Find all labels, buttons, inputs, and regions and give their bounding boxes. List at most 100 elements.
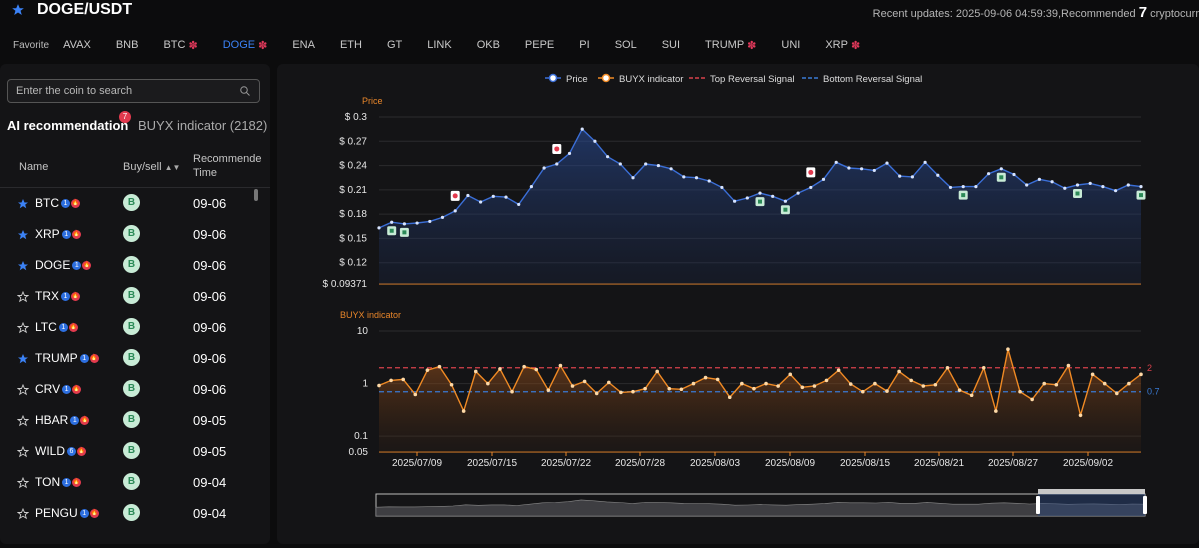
buyx-point — [873, 381, 877, 386]
favorite-coin-gt[interactable]: GT — [387, 39, 402, 52]
zoom-slider-window — [1038, 494, 1145, 516]
star-filled-icon[interactable] — [17, 260, 29, 272]
coin-symbol-text: TRX — [35, 289, 59, 303]
favorite-coin-sui[interactable]: SUI — [662, 39, 680, 52]
favorite-star-icon[interactable] — [11, 3, 25, 17]
table-row[interactable]: WILD 6 🔥 B 09-05 — [0, 437, 254, 468]
buyx-point — [1006, 347, 1010, 352]
zoom-slider-handle[interactable] — [1143, 496, 1147, 514]
rank-badge-icon: 1 — [79, 354, 89, 364]
favorite-coin-label: TRUMP — [705, 39, 745, 51]
coin-symbol-text: TON — [35, 475, 61, 489]
buyx-point — [715, 377, 720, 382]
favorite-coin-btc[interactable]: BTC ✽ — [163, 39, 197, 52]
price-point — [593, 139, 597, 143]
tab-ai-recommendation[interactable]: AI recommendation — [7, 118, 128, 133]
table-row[interactable]: TON 1 🔥 B 09-04 — [0, 468, 254, 499]
table-row[interactable]: DOGE 1 🔥 B 09-06 — [0, 251, 254, 282]
buyx-point — [619, 390, 623, 395]
favorite-coin-bnb[interactable]: BNB — [116, 39, 139, 52]
favorite-coin-eth[interactable]: ETH — [340, 39, 362, 52]
star-filled-icon[interactable] — [17, 353, 29, 365]
table-row[interactable]: BTC 1 🔥 B 09-06 — [0, 189, 254, 220]
favorites-label: Favorite — [13, 39, 50, 51]
zoom-slider-handle[interactable] — [1036, 496, 1040, 514]
star-outline-icon[interactable] — [17, 384, 29, 396]
coin-search-input[interactable] — [16, 83, 231, 99]
buy-signal-icon — [999, 175, 1004, 180]
coin-symbol: HBAR 1 🔥 — [35, 413, 90, 427]
header: DOGE/USDT Recent updates: 2025-09-06 04:… — [0, 0, 1199, 28]
price-point — [1025, 183, 1029, 187]
recommended-date: 09-06 — [193, 258, 227, 273]
star-outline-icon[interactable] — [17, 415, 29, 427]
price-point — [491, 194, 495, 198]
table-row[interactable]: TRUMP 1 🔥 B 09-06 — [0, 344, 254, 375]
favorite-coin-okb[interactable]: OKB — [477, 39, 500, 52]
star-outline-icon[interactable] — [17, 322, 29, 334]
buyx-point — [788, 372, 793, 377]
star-filled-icon[interactable] — [17, 229, 29, 241]
legend-top-reversal: Top Reversal Signal — [710, 74, 795, 85]
table-row[interactable]: CRV 1 🔥 B 09-06 — [0, 375, 254, 406]
buyx-point — [679, 387, 684, 392]
favorites-coins: AVAX BNB BTC ✽ DOGE ✽ ENA ETH GT LINK OKB PEPE PI SOL… — [63, 39, 885, 52]
favorite-coin-link[interactable]: LINK — [427, 39, 451, 52]
favorite-coin-ena[interactable]: ENA — [292, 39, 315, 52]
recommended-count: 7 — [1138, 4, 1148, 21]
x-tick-label: 2025/07/22 — [541, 458, 591, 469]
star-outline-icon[interactable] — [17, 446, 29, 458]
column-recommended-time: Recommende Time — [193, 152, 263, 180]
coin-symbol: XRP 1 🔥 — [35, 227, 81, 241]
column-buysell[interactable]: Buy/sell ▲▼ — [123, 161, 180, 173]
column-time-line2: Time — [193, 167, 218, 179]
sort-icon[interactable]: ▲▼ — [165, 163, 181, 172]
buyx-point — [546, 388, 551, 392]
star-outline-icon[interactable] — [17, 508, 29, 520]
x-tick-label: 2025/07/09 — [392, 458, 442, 469]
buyx-point — [921, 384, 926, 388]
fire-icon: 🔥 — [71, 199, 80, 209]
x-tick-label: 2025/08/15 — [840, 458, 890, 469]
search-icon[interactable] — [239, 85, 251, 97]
alert-gear-icon: ✽ — [747, 39, 757, 52]
favorite-coin-doge[interactable]: DOGE ✽ — [223, 39, 268, 52]
buyx-point — [727, 395, 732, 400]
price-point — [631, 176, 635, 180]
favorite-coin-xrp[interactable]: XRP ✽ — [825, 39, 860, 52]
table-row[interactable]: HBAR 1 🔥 B 09-05 — [0, 406, 254, 437]
tab-buyx-indicator[interactable]: BUYX indicator (2182) — [138, 118, 267, 133]
list-scrollbar[interactable] — [254, 189, 258, 201]
star-outline-icon[interactable] — [17, 291, 29, 303]
favorite-coin-uni[interactable]: UNI — [781, 39, 800, 52]
favorite-coin-pi[interactable]: PI — [579, 39, 589, 52]
legend-buyx: BUYX indicator — [619, 74, 683, 85]
favorite-coin-sol[interactable]: SOL — [615, 39, 637, 52]
table-row[interactable]: LTC 1 🔥 B 09-06 — [0, 313, 254, 344]
buyx-point — [861, 389, 865, 394]
coin-symbol-text: XRP — [35, 227, 60, 241]
buy-signal-icon — [389, 228, 394, 233]
buyx-point — [570, 384, 575, 388]
favorite-coin-avax[interactable]: AVAX — [63, 39, 91, 52]
favorite-coin-label: SUI — [661, 39, 681, 51]
buyx-point — [897, 369, 901, 374]
coin-symbol: TRX 1 🔥 — [35, 289, 80, 303]
x-tick-label: 2025/08/21 — [914, 458, 964, 469]
star-filled-icon[interactable] — [17, 198, 29, 210]
price-point — [669, 167, 673, 171]
table-row[interactable]: PENGU 1 🔥 B 09-04 — [0, 499, 254, 530]
buyx-point — [909, 378, 913, 383]
table-row[interactable]: XRP 1 🔥 B 09-06 — [0, 220, 254, 251]
price-tick-label: $ 0.12 — [339, 258, 367, 269]
buy-signal-badge: B — [123, 287, 140, 304]
recommended-date: 09-06 — [193, 289, 227, 304]
table-row[interactable]: TRX 1 🔥 B 09-06 — [0, 282, 254, 313]
star-outline-icon[interactable] — [17, 477, 29, 489]
favorite-coin-pepe[interactable]: PEPE — [525, 39, 554, 52]
price-point — [529, 185, 533, 189]
price-point — [898, 174, 902, 178]
favorite-coin-trump[interactable]: TRUMP ✽ — [705, 39, 756, 52]
buyx-point — [703, 375, 708, 380]
recommended-date: 09-04 — [193, 506, 227, 521]
